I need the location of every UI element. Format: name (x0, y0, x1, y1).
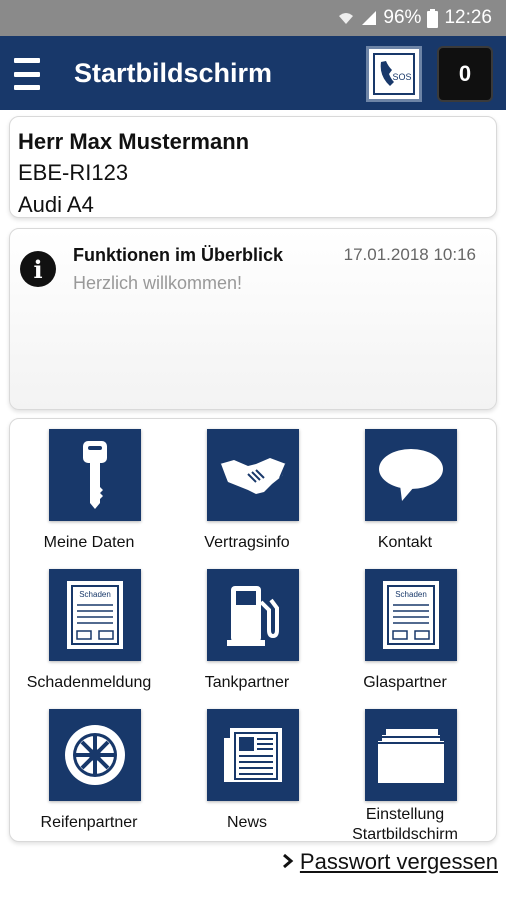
fuel-pump-icon (207, 569, 299, 661)
folder-icon (365, 709, 457, 801)
tile-label: Glaspartner (363, 674, 447, 691)
info-icon: i (20, 251, 56, 287)
message-date: 17.01.2018 10:16 (343, 245, 476, 264)
user-card: Herr Max Mustermann EBE-RI123 Audi A4 (9, 116, 497, 218)
sos-phone-icon: SOS (373, 53, 415, 95)
tile-label: Einstellung Startbildschirm (325, 805, 485, 845)
app-bar: Startbildschirm SOS 0 (0, 36, 506, 110)
key-icon (49, 429, 141, 521)
form-header-text: Schaden (79, 590, 111, 599)
signal-icon (361, 10, 377, 26)
tile-label: Meine Daten (43, 534, 135, 551)
message-body: Herzlich willkommen! (73, 273, 243, 293)
tile-label: Vertragsinfo (204, 534, 290, 551)
forgot-password-link[interactable]: Passwort vergessen (282, 849, 498, 875)
tile-label: Reifenpartner (40, 814, 138, 831)
glass-form-icon: Schaden (365, 569, 457, 661)
page-title: Startbildschirm (74, 58, 273, 88)
tile-label: News (226, 814, 267, 831)
counter-button[interactable]: 0 (437, 46, 493, 102)
newspaper-icon (207, 709, 299, 801)
sos-button[interactable]: SOS (366, 46, 422, 102)
car-model: Audi A4 (18, 192, 94, 217)
function-grid: Meine Daten Vertragsinfo Kontakt Schaden… (9, 418, 497, 845)
menu-icon[interactable] (14, 58, 40, 90)
handshake-icon (207, 429, 299, 521)
tile-label-line: Einstellung (365, 806, 445, 823)
message-title: Funktionen im Überblick (73, 245, 284, 265)
forgot-password-label: Passwort vergessen (299, 849, 498, 874)
sos-label: SOS (392, 72, 411, 82)
form-header-text: Schaden (395, 590, 427, 599)
user-name: Herr Max Mustermann (18, 129, 250, 154)
tile-label-line: Startbildschirm (352, 826, 458, 843)
chevron-right-icon (282, 849, 294, 875)
tire-icon (49, 709, 141, 801)
wifi-icon (337, 10, 355, 26)
battery-icon (427, 8, 439, 28)
status-bar: 96% 12:26 (0, 0, 506, 36)
license-plate: EBE-RI123 (18, 160, 129, 185)
clock: 12:26 (444, 7, 492, 28)
message-card[interactable]: i Funktionen im Überblick 17.01.2018 10:… (9, 228, 497, 410)
tile-label: Kontakt (377, 534, 433, 551)
tile-label: Schadenmeldung (26, 674, 152, 691)
speech-bubble-icon (365, 429, 457, 521)
tile-label: Tankpartner (204, 674, 290, 691)
battery-percent: 96% (383, 7, 422, 28)
damage-form-icon: Schaden (49, 569, 141, 661)
